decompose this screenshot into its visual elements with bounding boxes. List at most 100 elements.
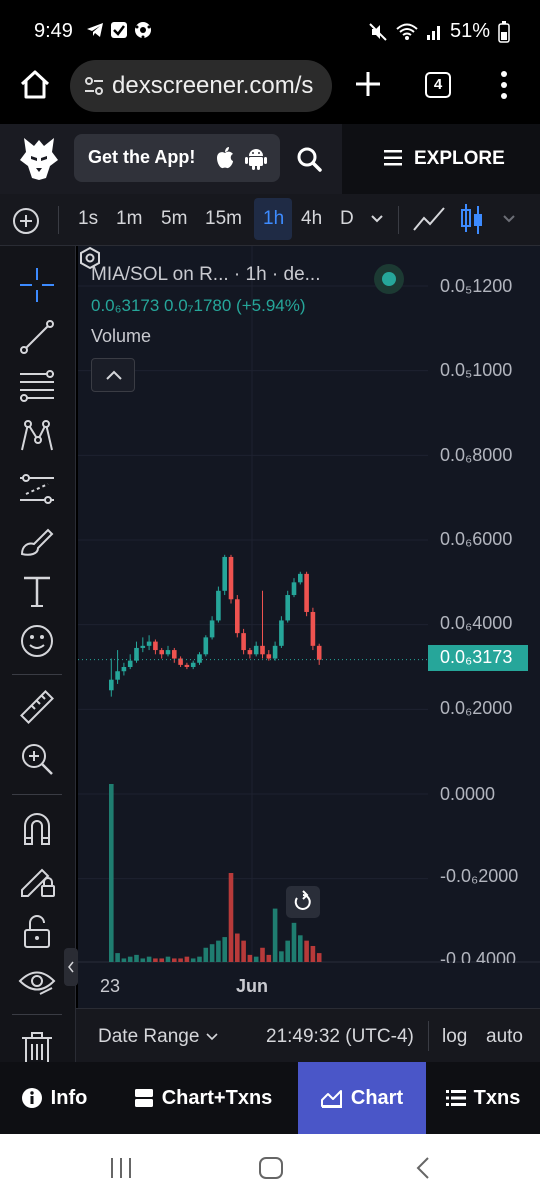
legend-collapse-button[interactable] [91,358,135,392]
pattern-tool-icon[interactable] [18,418,56,456]
candle-body [260,645,265,655]
zoom-in-icon[interactable] [18,740,56,778]
home-nav-icon[interactable] [258,1156,284,1180]
chart-legend-values: 0.0₆3173 0.0₇1780 (+5.94%) [91,296,306,315]
magnet-icon[interactable] [18,810,56,848]
price-chart[interactable]: MIA/SOL on R... · 1h · de... 0.0₆3173 0.… [78,246,540,1008]
tab-txns[interactable]: Txns [426,1062,540,1134]
date-range-chevron-icon[interactable] [206,1033,218,1041]
volume-bar [272,908,278,962]
volume-bar [115,953,120,962]
volume-bar [184,956,190,962]
recent-apps-icon[interactable] [108,1156,134,1180]
candle-body [241,633,246,651]
timeframe-1m[interactable]: 1m [116,208,142,230]
candle-body [316,645,322,660]
price-axis-label: 0.0₆8000 [440,445,513,465]
tab-chart-label: Chart [350,1086,404,1109]
volume-bar [172,958,177,962]
mute-icon [369,22,387,41]
signal-icon [426,25,440,40]
status-bar: 9:49 51% [0,0,540,60]
chart-settings-icon[interactable] [78,246,102,270]
candle-body [253,645,259,655]
chart-clock[interactable]: 21:49:32 (UTC-4) [266,1026,414,1048]
site-header: Get the App! EXPLORE [0,124,540,194]
chart-type-dropdown-chevron-icon[interactable] [502,214,516,224]
tab-switcher-button[interactable]: 4 [425,72,451,98]
volume-bar [197,956,202,962]
explore-button[interactable]: EXPLORE [342,124,540,194]
candle-body [247,650,253,655]
tab-txns-label: Txns [473,1086,521,1109]
lock-drawings-icon[interactable] [18,860,56,898]
volume-bar [190,958,196,962]
emoji-icon[interactable] [18,622,56,660]
bottom-tab-bar: Info Chart+Txns Chart Txns [0,1062,540,1134]
candle-body [216,590,221,621]
dexscreener-logo-icon[interactable] [18,136,60,182]
price-axis-label: 0.0₆4000 [440,613,513,633]
live-status-dot-icon [374,264,404,294]
more-menu-icon[interactable] [498,70,510,100]
brush-icon[interactable] [18,522,56,560]
address-bar[interactable]: dexscreener.com/s [70,60,332,112]
timeframe-dropdown-chevron-icon[interactable] [370,214,384,224]
timeframe-1s[interactable]: 1s [78,208,98,230]
search-icon[interactable] [296,146,322,172]
add-indicator-icon[interactable] [12,207,40,235]
reset-chart-button[interactable] [286,886,320,918]
battery-icon [498,20,510,43]
clock-time: 9:49 [34,20,73,42]
candle-body [298,573,303,583]
candle-body [272,645,278,659]
chart-icon [320,1090,342,1108]
chart-legend-title: MIA/SOL on R... · 1h · de... [91,264,321,285]
divider [428,1021,429,1051]
apple-icon [217,147,233,169]
collapse-toolbar-button[interactable] [64,948,78,986]
fib-retracement-icon[interactable] [18,368,56,406]
price-axis-label: 0.0₆2000 [440,698,513,718]
trend-line-icon[interactable] [18,318,56,356]
tab-chart-txns[interactable]: Chart+Txns [108,1062,298,1134]
telegram-icon [87,23,103,37]
volume-bar [121,958,127,962]
get-the-app-button[interactable]: Get the App! [74,134,280,182]
auto-scale-toggle[interactable]: auto [486,1026,523,1048]
volume-bar [304,940,309,962]
timeframe-D[interactable]: D [340,208,354,230]
tab-chart[interactable]: Chart [298,1062,426,1134]
forecast-tool-icon[interactable] [18,470,56,508]
candlestick-chart-type-icon[interactable] [460,202,484,236]
candle-body [228,556,234,600]
unlock-icon[interactable] [18,912,56,950]
log-scale-toggle[interactable]: log [442,1026,467,1048]
timeframe-15m[interactable]: 15m [205,208,242,230]
ruler-icon[interactable] [18,688,56,726]
home-icon[interactable] [18,68,52,102]
timeframe-5m[interactable]: 5m [161,208,187,230]
text-tool-icon[interactable] [18,572,56,610]
candle-body [190,662,196,667]
tab-info[interactable]: Info [0,1062,108,1134]
volume-bar [247,954,253,962]
line-chart-type-icon[interactable] [412,204,446,234]
back-nav-icon[interactable] [410,1156,436,1180]
volume-bar [260,947,265,962]
new-tab-icon[interactable] [352,68,384,100]
volume-bar [285,940,290,962]
candle-body [115,671,120,680]
candle-body [121,667,127,672]
volume-bar [222,937,227,962]
chevron-up-icon [106,370,122,380]
timeframe-1h[interactable]: 1h [263,208,284,230]
site-settings-icon[interactable] [84,76,104,96]
date-range-button[interactable]: Date Range [98,1026,199,1048]
visibility-eye-icon[interactable] [18,962,56,1000]
crosshair-icon[interactable] [18,266,56,304]
battery-percent: 51% [449,20,490,42]
timeframe-4h[interactable]: 4h [301,208,322,230]
browser-toolbar: dexscreener.com/s 4 [0,60,540,124]
list-icon [445,1090,466,1106]
